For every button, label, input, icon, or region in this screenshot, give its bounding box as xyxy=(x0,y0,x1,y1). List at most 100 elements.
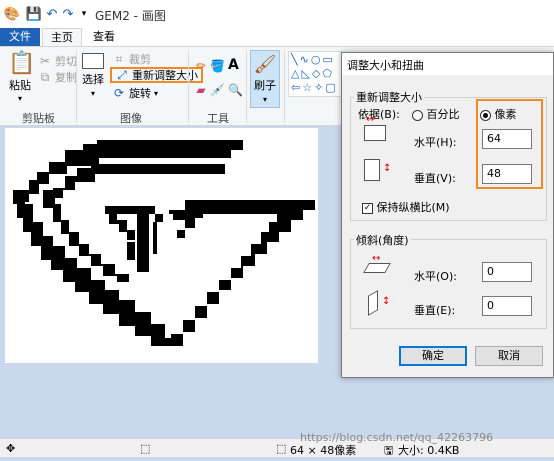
clipboard-icon: 📋 xyxy=(8,51,36,76)
brush-icon: 🖌 xyxy=(253,54,277,75)
vertical-field[interactable]: 48 xyxy=(482,164,532,184)
resize-icon: ⤢ xyxy=(117,67,127,82)
drawing-canvas[interactable] xyxy=(5,128,318,363)
file-size-icon: 🖫 xyxy=(384,444,394,457)
skew-horizontal-field[interactable]: 0 xyxy=(482,262,532,282)
color-picker-icon[interactable]: 💉 xyxy=(210,83,225,97)
clipboard-group-label: 剪贴板 xyxy=(22,112,55,125)
crop-icon: ⌗ xyxy=(115,51,123,66)
tab-home[interactable]: 主页 xyxy=(42,28,82,46)
horizontal-skew-arrow-icon: ↔ xyxy=(372,253,381,264)
tools-group-label: 工具 xyxy=(207,112,229,125)
text-tool-icon[interactable]: A xyxy=(228,57,239,73)
vertical-skew-arrow-icon: ↕ xyxy=(382,296,391,307)
horizontal-resize-icon: ↔ xyxy=(364,114,386,141)
pentagon-shape-icon[interactable]: ⬠ xyxy=(322,67,334,80)
ribbon-tabs: 文件 主页 查看 xyxy=(0,28,554,46)
title-bar: 🎨 💾 ↶ ↷ ▾ GEM2 - 画图 xyxy=(0,0,554,28)
percent-radio-label: 百分比 xyxy=(426,108,460,121)
line-shape-icon[interactable]: ╲ xyxy=(291,53,300,66)
by-label: 依据(B): xyxy=(358,108,400,121)
dialog-title-bar: 调整大小和扭曲 xyxy=(342,53,553,75)
chevron-down-icon: ▾ xyxy=(17,94,22,103)
watermark: https://blog.csdn.net/qq_42263796 xyxy=(300,431,494,444)
callout-shape-icon[interactable]: ▢ xyxy=(325,81,337,94)
arrow-shape-icon[interactable]: ⇦ xyxy=(291,81,302,94)
percent-radio-indicator xyxy=(412,109,423,121)
curve-shape-icon[interactable]: ∿ xyxy=(300,53,311,66)
image-group-label: 图像 xyxy=(120,112,142,125)
oval-shape-icon[interactable]: ○ xyxy=(311,53,323,66)
resize-button[interactable]: ⤢ 重新调整大小 xyxy=(110,67,203,83)
select-rectangle-icon xyxy=(82,53,104,69)
keep-ratio-checkbox[interactable]: ✓ 保持纵横比(M) xyxy=(362,199,450,215)
diamond-shape-icon[interactable]: ◇ xyxy=(312,67,322,80)
vertical-label: 垂直(V): xyxy=(414,172,456,185)
fill-icon[interactable]: 🪣 xyxy=(210,59,225,73)
select-label: 选择 xyxy=(82,73,104,86)
keep-ratio-label: 保持纵横比(M) xyxy=(376,201,450,214)
crop-button[interactable]: ⌗ 裁剪 xyxy=(112,51,151,67)
vertical-resize-icon: ↕ xyxy=(364,159,391,181)
star-shape-icon[interactable]: ☆ xyxy=(302,81,314,94)
eraser-icon[interactable]: ▰ xyxy=(194,83,208,97)
cut-label: 剪切 xyxy=(55,55,77,68)
copy-icon: ⧉ xyxy=(40,69,50,84)
triangle-shape-icon[interactable]: △ xyxy=(291,67,301,80)
undo-icon[interactable]: ↶ xyxy=(44,6,60,22)
ok-button[interactable]: 确定 xyxy=(399,346,467,366)
cut-button[interactable]: ✂ 剪切 xyxy=(38,53,77,69)
copy-label: 复制 xyxy=(55,71,77,84)
crop-label: 裁剪 xyxy=(129,53,151,66)
image-dimensions: 64 × 48像素 xyxy=(290,444,357,457)
copy-button[interactable]: ⧉ 复制 xyxy=(38,69,77,85)
redo-icon[interactable]: ↷ xyxy=(60,6,76,22)
skew-vertical-label: 垂直(E): xyxy=(414,304,456,317)
horizontal-field[interactable]: 64 xyxy=(482,129,532,149)
ribbon-divider xyxy=(188,51,189,123)
magnifier-icon[interactable]: 🔍 xyxy=(228,83,243,97)
tab-file[interactable]: 文件 xyxy=(0,28,40,46)
rotate-button[interactable]: ⟳ 旋转 ▾ xyxy=(112,85,158,101)
shapes-gallery[interactable]: ╲∿○▭ △◺◇⬠ ⇦☆✧▢ xyxy=(288,51,342,97)
file-size: 大小: 0.4KB xyxy=(398,444,460,457)
quick-access-dropdown-icon[interactable]: ▾ xyxy=(76,6,92,22)
star4-shape-icon[interactable]: ✧ xyxy=(314,81,325,94)
brushes-label: 刷子 xyxy=(254,79,276,92)
cancel-button[interactable]: 取消 xyxy=(475,346,543,366)
chevron-down-icon: ▾ xyxy=(262,95,267,104)
skew-group-legend: 倾斜(角度) xyxy=(354,232,411,248)
rotate-icon: ⟳ xyxy=(113,86,125,100)
ribbon-divider xyxy=(284,51,285,123)
ribbon-divider xyxy=(246,51,247,123)
dialog-title: 调整大小和扭曲 xyxy=(347,59,424,72)
save-icon[interactable]: 💾 xyxy=(26,6,42,22)
scissors-icon: ✂ xyxy=(39,54,51,68)
image-size-icon: ⬚ xyxy=(276,442,287,455)
brushes-button[interactable]: 🖌 刷子 ▾ xyxy=(250,50,280,108)
canvas-image xyxy=(13,140,315,346)
pencil-icon[interactable]: ✏ xyxy=(194,59,208,73)
paint-app-icon: 🎨 xyxy=(3,6,21,22)
tab-view[interactable]: 查看 xyxy=(84,28,124,46)
vertical-arrow-icon: ↕ xyxy=(383,163,392,174)
window-title: GEM2 - 画图 xyxy=(95,9,166,23)
horizontal-arrow-icon: ↔ xyxy=(366,114,375,125)
chevron-down-icon: ▾ xyxy=(90,89,95,98)
skew-vertical-field[interactable]: 0 xyxy=(482,296,532,316)
right-triangle-shape-icon[interactable]: ◺ xyxy=(301,67,311,80)
rotate-label: 旋转 xyxy=(129,87,151,100)
chevron-down-icon: ▾ xyxy=(154,88,159,98)
select-button[interactable]: 选择 ▾ xyxy=(82,53,104,98)
ribbon-divider xyxy=(76,51,77,123)
check-icon: ✓ xyxy=(362,202,373,214)
horizontal-label: 水平(H): xyxy=(414,136,457,149)
resize-group-legend: 重新调整大小 xyxy=(354,89,424,105)
resize-skew-dialog: 调整大小和扭曲 重新调整大小 依据(B): 百分比 像素 ↔ 水平(H): 64… xyxy=(341,52,554,378)
percent-radio[interactable]: 百分比 xyxy=(412,106,460,122)
paste-label: 粘贴 xyxy=(9,79,31,92)
rect-shape-icon[interactable]: ▭ xyxy=(322,53,334,66)
skew-horizontal-label: 水平(O): xyxy=(414,270,457,283)
selection-size-icon: ⬚ xyxy=(140,442,151,455)
paste-button[interactable]: 📋 粘贴 ▾ xyxy=(8,51,36,103)
